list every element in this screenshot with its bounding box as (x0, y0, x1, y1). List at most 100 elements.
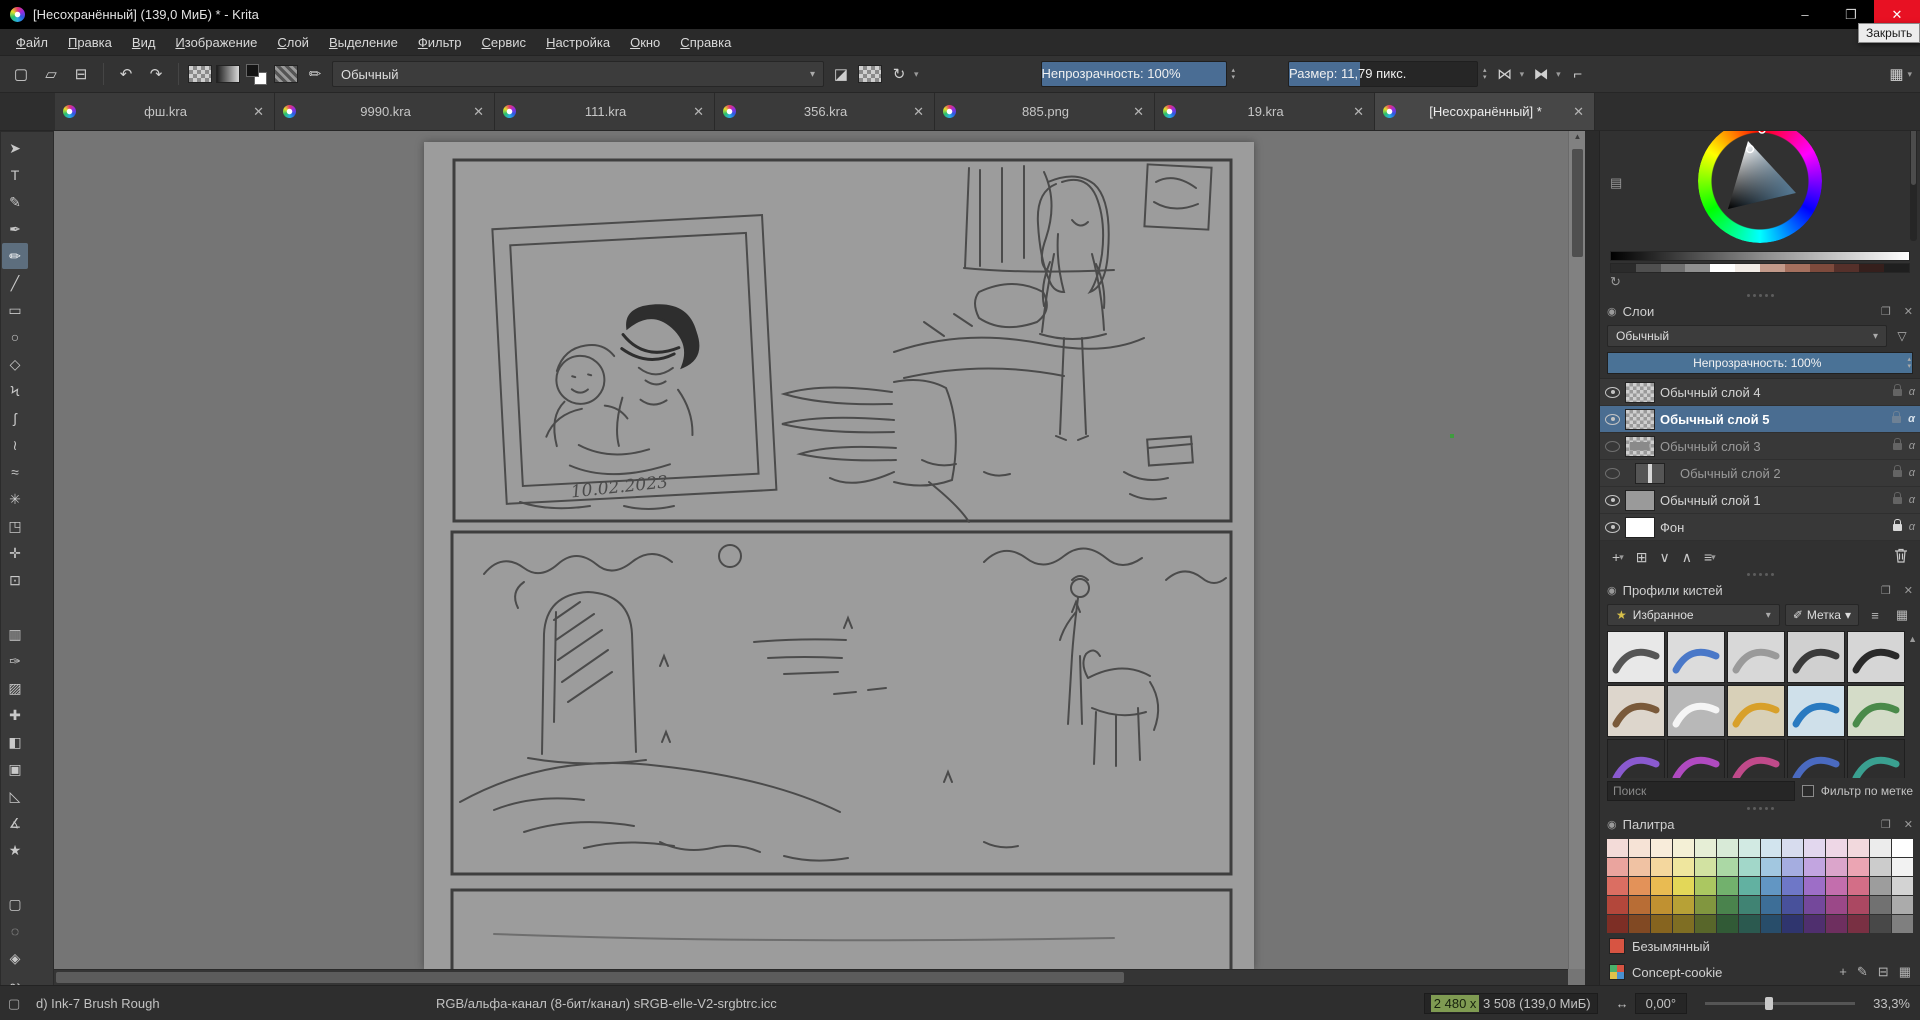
palette-swatch[interactable] (1739, 839, 1760, 857)
brush-preset[interactable] (1847, 739, 1905, 778)
palette-swatch[interactable] (1870, 915, 1891, 933)
palette-swatch[interactable] (1848, 877, 1869, 895)
tool-color-sampler-icon[interactable]: ✑ (2, 648, 28, 674)
add-layer-button[interactable]: +▾ (1612, 549, 1624, 565)
alpha-icon[interactable]: α (1909, 494, 1915, 506)
palette-swatch[interactable] (1673, 858, 1694, 876)
close-docker-icon[interactable]: ✕ (1904, 305, 1913, 318)
palette-swatch[interactable] (1673, 915, 1694, 933)
opacity-slider[interactable]: Непрозрачность: 100% (1041, 61, 1227, 87)
workspace-chooser-icon[interactable]: ▦ (1883, 61, 1909, 87)
palette-swatch[interactable] (1607, 896, 1628, 914)
save-document-icon[interactable]: ⊟ (68, 61, 94, 87)
brush-preset[interactable] (1847, 631, 1905, 683)
palette-swatch[interactable] (1804, 877, 1825, 895)
tool-edit-shapes-icon[interactable]: ✎ (2, 189, 28, 215)
history-swatch[interactable] (1661, 264, 1686, 272)
layer-row[interactable]: Обычный слой 1α (1600, 487, 1920, 514)
palette-swatch[interactable] (1848, 915, 1869, 933)
tool-freehand-select-icon[interactable]: ∾ (2, 972, 28, 985)
palette-swatch[interactable] (1673, 839, 1694, 857)
opacity-spinner[interactable]: ▴▾ (1232, 67, 1236, 81)
tool-text-icon[interactable]: T (2, 162, 28, 188)
tool-ellipse-select-icon[interactable]: ◌ (2, 918, 28, 944)
document-tab[interactable]: 356.kra✕ (715, 93, 935, 130)
menu-Сервис[interactable]: Сервис (472, 31, 537, 54)
palette-swatch[interactable] (1739, 858, 1760, 876)
visibility-eye-icon[interactable] (1605, 441, 1620, 452)
palette-swatch[interactable] (1826, 858, 1847, 876)
layers-docker-header[interactable]: ◉ Слои ❐ ✕ (1600, 299, 1920, 323)
palette-name-row[interactable]: Concept-cookie + ✎ ⊟ ▦ (1600, 959, 1920, 985)
preserve-alpha-icon[interactable] (858, 65, 882, 83)
palette-swatch[interactable] (1870, 839, 1891, 857)
list-view-icon[interactable]: ≡ (1864, 604, 1886, 626)
history-swatch[interactable] (1834, 264, 1859, 272)
palette-swatch[interactable] (1761, 858, 1782, 876)
menu-Изображение[interactable]: Изображение (165, 31, 267, 54)
brush-presets-docker-header[interactable]: ◉ Профили кистей ❐ ✕ (1600, 578, 1920, 602)
menu-Вид[interactable]: Вид (122, 31, 166, 54)
lock-icon[interactable] (1893, 524, 1902, 531)
palette-swatch[interactable] (1826, 839, 1847, 857)
palette-unnamed-row[interactable]: Безымянный (1600, 933, 1920, 959)
docker-scrollbar[interactable] (1910, 125, 1917, 241)
palette-swatch[interactable] (1826, 915, 1847, 933)
menu-Файл[interactable]: Файл (6, 31, 58, 54)
tool-fill-icon[interactable]: ◧ (2, 729, 28, 755)
layer-row[interactable]: Обычный слой 5α (1600, 406, 1920, 433)
palette-swatch[interactable] (1761, 839, 1782, 857)
palette-swatch[interactable] (1870, 896, 1891, 914)
palette-swatch[interactable] (1804, 896, 1825, 914)
palette-swatch[interactable] (1629, 896, 1650, 914)
tab-close-icon[interactable]: ✕ (1129, 104, 1148, 120)
palette-swatch[interactable] (1782, 877, 1803, 895)
zoom-slider[interactable] (1705, 1002, 1855, 1005)
document-tab[interactable]: фш.kra✕ (55, 93, 275, 130)
visibility-eye-icon[interactable] (1605, 495, 1620, 506)
document-tab[interactable]: 9990.kra✕ (275, 93, 495, 130)
palette-swatch[interactable] (1717, 839, 1738, 857)
alpha-icon[interactable]: α (1909, 467, 1915, 479)
tool-freehand-path-icon[interactable]: ≀ (2, 432, 28, 458)
duplicate-layer-button[interactable]: ⊞ (1636, 549, 1648, 566)
palette-swatch[interactable] (1826, 896, 1847, 914)
tool-smart-patch-icon[interactable]: ✚ (2, 702, 28, 728)
document-tab[interactable]: 19.kra✕ (1155, 93, 1375, 130)
gradient-chooser[interactable] (188, 65, 212, 83)
move-layer-down-button[interactable]: ∨ (1659, 549, 1669, 566)
redo-icon[interactable]: ↷ (143, 61, 169, 87)
chevron-down-icon[interactable]: ▾ (914, 69, 919, 80)
palette-swatch[interactable] (1607, 915, 1628, 933)
alpha-icon[interactable]: α (1908, 413, 1915, 425)
zoom-slider-handle[interactable] (1765, 997, 1773, 1010)
document-tab[interactable]: 885.png✕ (935, 93, 1155, 130)
palette-swatch[interactable] (1782, 915, 1803, 933)
tool-gradient-icon[interactable]: ▥ (2, 621, 28, 647)
canvas-horizontal-scrollbar[interactable] (54, 969, 1568, 985)
scroll-up-icon[interactable]: ▲ (1569, 132, 1585, 141)
brush-preset[interactable] (1847, 685, 1905, 737)
palette-swatch[interactable] (1695, 839, 1716, 857)
menu-Справка[interactable]: Справка (670, 31, 741, 54)
document-tab[interactable]: 111.kra✕ (495, 93, 715, 130)
palette-swatch[interactable] (1739, 896, 1760, 914)
menu-Настройка[interactable]: Настройка (536, 31, 620, 54)
lock-icon[interactable] (1892, 416, 1901, 423)
menu-Фильтр[interactable]: Фильтр (408, 31, 472, 54)
docker-splitter[interactable] (1600, 804, 1920, 812)
palette-swatch[interactable] (1651, 915, 1672, 933)
tab-close-icon[interactable]: ✕ (469, 104, 488, 120)
tool-poly-select-icon[interactable]: ◈ (2, 945, 28, 971)
palette-swatch[interactable] (1717, 896, 1738, 914)
history-swatch[interactable] (1785, 264, 1810, 272)
tool-enclose-fill-icon[interactable]: ▣ (2, 756, 28, 782)
filter-by-tag-checkbox[interactable] (1802, 785, 1814, 797)
brush-preset[interactable] (1667, 739, 1725, 778)
edit-palette-icon[interactable]: ✎ (1857, 964, 1868, 980)
tool-ellipse-icon[interactable]: ○ (2, 324, 28, 350)
tool-line-icon[interactable]: ╱ (2, 270, 28, 296)
palette-swatch[interactable] (1848, 896, 1869, 914)
tool-multibrush-icon[interactable]: ✳ (2, 486, 28, 512)
tab-close-icon[interactable]: ✕ (1349, 104, 1368, 120)
